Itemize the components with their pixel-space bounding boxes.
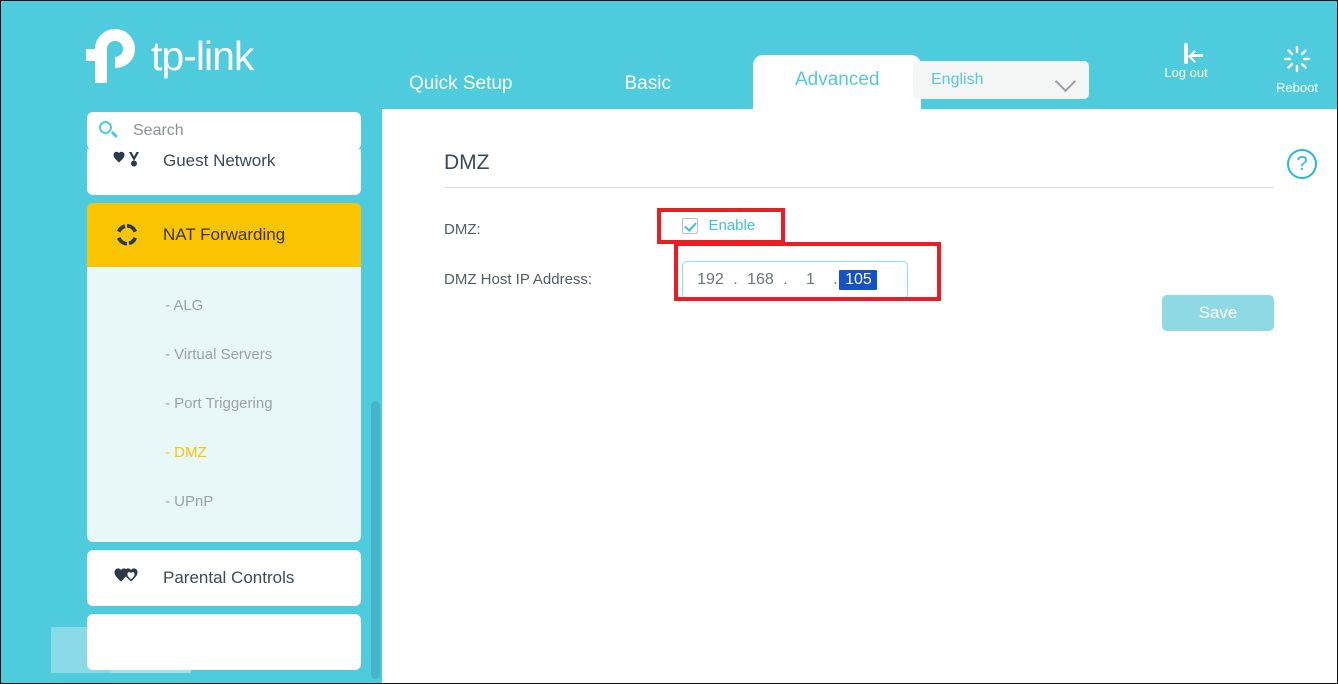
- sidebar-item-guest-network[interactable]: Guest Network: [87, 149, 361, 195]
- sidebar-item-label: Parental Controls: [163, 568, 295, 587]
- router-admin-page: tp-link Quick Setup Basic Advanced Engli…: [0, 0, 1338, 684]
- ip-dot-2: .: [783, 271, 788, 288]
- sidebar: Guest Network NAT Forwarding - ALG - Vir…: [1, 109, 381, 683]
- dmz-host-ip-input[interactable]: 192 . 168 . 1 . 105: [682, 261, 909, 299]
- sidebar-menu: Guest Network NAT Forwarding - ALG - Vir…: [87, 149, 361, 678]
- reboot-label: Reboot: [1276, 80, 1318, 95]
- field-row-dmz: DMZ: Enable: [444, 217, 755, 239]
- logout-label: Log out: [1164, 65, 1208, 80]
- logout-icon: [1184, 43, 1188, 64]
- tab-basic[interactable]: Basic: [625, 73, 671, 109]
- sidebar-item-parental-controls[interactable]: Parental Controls: [87, 550, 361, 606]
- brand-logo[interactable]: tp-link: [85, 27, 254, 85]
- ip-dot-1: .: [733, 271, 738, 288]
- sidebar-scrollbar-thumb[interactable]: [371, 401, 380, 679]
- ip-dot-3: .: [833, 271, 838, 288]
- ip-octet-2[interactable]: 168: [739, 271, 781, 289]
- sidebar-subitem-dmz[interactable]: - DMZ: [87, 428, 361, 477]
- title-divider: [444, 187, 1274, 188]
- content-panel: DMZ ? DMZ: Enable DMZ Host IP Address: 1…: [382, 109, 1337, 683]
- page-title: DMZ: [444, 151, 490, 174]
- sidebar-subitem-port-triggering[interactable]: - Port Triggering: [87, 379, 361, 428]
- ip-octet-1[interactable]: 192: [689, 271, 731, 289]
- sidebar-item-label: NAT Forwarding: [163, 225, 286, 244]
- sidebar-subitem-virtual-servers[interactable]: - Virtual Servers: [87, 330, 361, 379]
- sidebar-item-next-partial[interactable]: [87, 614, 361, 670]
- reboot-button[interactable]: Reboot: [1259, 45, 1335, 95]
- nat-forwarding-icon: [109, 222, 145, 248]
- dmz-enable-checkbox[interactable]: Enable: [682, 217, 755, 234]
- dmz-label: DMZ:: [444, 220, 481, 238]
- language-selector[interactable]: English: [913, 61, 1089, 99]
- sidebar-item-label: Guest Network: [163, 151, 276, 170]
- tplink-logo-icon: [85, 27, 141, 85]
- chevron-down-icon: [1054, 70, 1077, 93]
- sidebar-subitem-upnp[interactable]: - UPnP: [87, 477, 361, 526]
- help-question-icon[interactable]: ?: [1287, 149, 1317, 179]
- guest-network-icon: [109, 151, 145, 169]
- tab-advanced[interactable]: Advanced: [752, 55, 922, 109]
- logout-button[interactable]: Log out: [1148, 43, 1224, 80]
- sidebar-submenu-nat-forwarding: - ALG - Virtual Servers - Port Triggerin…: [87, 267, 361, 542]
- ip-octet-4[interactable]: 105: [839, 270, 878, 290]
- main-nav: Quick Setup Basic Advanced: [381, 55, 922, 109]
- ip-octet-3[interactable]: 1: [789, 271, 831, 289]
- dmz-enable-label: Enable: [708, 217, 756, 234]
- language-label: English: [931, 71, 984, 88]
- reboot-icon: [1283, 45, 1311, 77]
- save-button[interactable]: Save: [1162, 295, 1274, 331]
- host-ip-label: DMZ Host IP Address:: [444, 271, 593, 288]
- search-input[interactable]: Search: [87, 112, 361, 150]
- tab-quick-setup[interactable]: Quick Setup: [409, 73, 513, 109]
- sidebar-subitem-alg[interactable]: - ALG: [87, 281, 361, 330]
- search-placeholder: Search: [133, 122, 184, 139]
- checkbox-checked-icon: [682, 217, 699, 234]
- search-icon: [99, 121, 119, 141]
- parental-controls-icon: [109, 567, 145, 589]
- field-row-host-ip: DMZ Host IP Address: 192 . 168 . 1 . 105: [444, 261, 909, 299]
- page-header: tp-link Quick Setup Basic Advanced Engli…: [1, 1, 1337, 109]
- sidebar-item-nat-forwarding[interactable]: NAT Forwarding: [87, 203, 361, 267]
- brand-name: tp-link: [151, 32, 254, 79]
